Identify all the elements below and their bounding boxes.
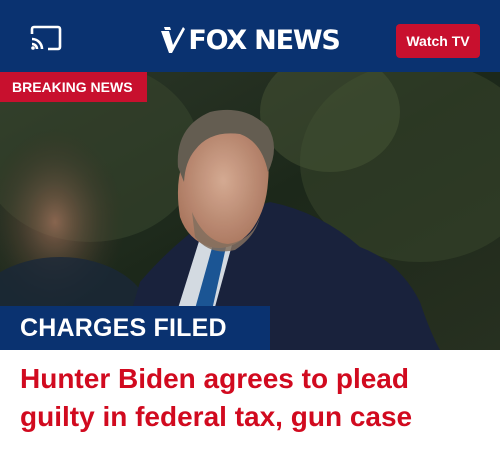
article-headline[interactable]: Hunter Biden agrees to plead guilty in f… [20,360,490,436]
watch-tv-button[interactable]: Watch TV [396,24,480,58]
charges-filed-banner: CHARGES FILED [0,306,270,350]
top-nav-bar: FOX NEWS Watch TV [0,0,500,72]
logo-text: FOX NEWS [188,24,341,56]
breaking-news-badge: BREAKING NEWS [0,72,147,102]
fox-news-logo-mark [161,27,186,53]
